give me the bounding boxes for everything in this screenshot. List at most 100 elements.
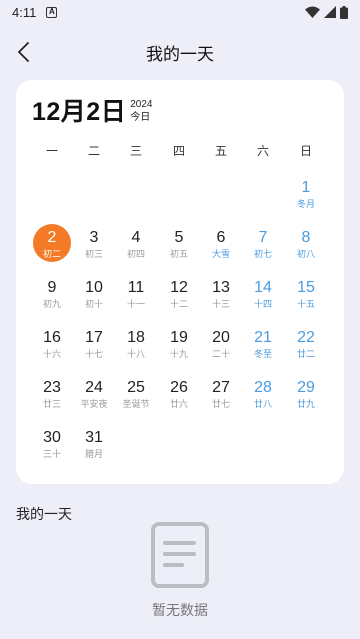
- calendar-day-today[interactable]: 2 初二: [32, 228, 72, 272]
- lunar-date: 初十: [84, 299, 103, 309]
- calendar-day[interactable]: 11 十一: [116, 278, 156, 322]
- lunar-date: 十六: [42, 349, 61, 359]
- calendar-day[interactable]: 23 廿三: [32, 378, 72, 422]
- calendar-day[interactable]: 4 初四: [116, 228, 156, 272]
- calendar-day[interactable]: 29 廿九: [286, 378, 326, 422]
- header: 我的一天: [0, 32, 360, 72]
- calendar-day[interactable]: 8 初八: [286, 228, 326, 272]
- lunar-date: 廿九: [296, 399, 315, 409]
- back-button[interactable]: [10, 38, 38, 66]
- wifi-icon: [305, 6, 320, 18]
- calendar-day[interactable]: 26 廿六: [159, 378, 199, 422]
- empty-state-text: 暂无数据: [152, 602, 208, 618]
- notification-icon: A: [46, 6, 58, 18]
- lunar-date: 腊月: [84, 449, 103, 459]
- calendar-day[interactable]: 3 初三: [74, 228, 114, 272]
- day-number: 13: [212, 279, 230, 296]
- day-number: 7: [258, 229, 268, 246]
- calendar-day[interactable]: 1 冬月: [286, 178, 326, 222]
- my-day-section-title: 我的一天: [16, 506, 72, 522]
- signal-icon: [324, 6, 336, 18]
- day-number: 15: [297, 279, 315, 296]
- day-number: 9: [47, 279, 57, 296]
- day-number: 5: [174, 229, 184, 246]
- calendar-day[interactable]: 28 廿八: [243, 378, 283, 422]
- lunar-date: 十三: [211, 299, 230, 309]
- day-number: 27: [212, 379, 230, 396]
- weekday-label: 三: [129, 144, 142, 158]
- calendar-day[interactable]: 14 十四: [243, 278, 283, 322]
- calendar-day[interactable]: 20 二十: [201, 328, 241, 372]
- day-number: 20: [212, 329, 230, 346]
- lunar-date: 十二: [169, 299, 188, 309]
- lunar-date: 初四: [126, 249, 145, 259]
- calendar-day[interactable]: 27 廿七: [201, 378, 241, 422]
- day-number: 19: [170, 329, 188, 346]
- calendar-day[interactable]: 5 初五: [159, 228, 199, 272]
- lunar-date: 十七: [84, 349, 103, 359]
- lunar-date: 廿七: [211, 399, 230, 409]
- calendar-day[interactable]: 21 冬至: [243, 328, 283, 372]
- calendar-day[interactable]: 24 平安夜: [74, 378, 114, 422]
- lunar-date: 冬至: [253, 349, 272, 359]
- chevron-left-icon: [18, 42, 29, 62]
- calendar-card: 12月2日 2024 今日 一 二 三 四 五 六 日 1 冬月 2 初二 3 …: [16, 80, 344, 484]
- weekday-row: 一 二 三 四 五 六 日: [16, 142, 344, 160]
- date-header: 12月2日 2024 今日: [32, 96, 152, 128]
- lunar-date: 廿六: [169, 399, 188, 409]
- day-number: 3: [89, 229, 99, 246]
- empty-document-icon: [151, 522, 209, 588]
- calendar-day[interactable]: 7 初七: [243, 228, 283, 272]
- year-label: 2024: [130, 99, 153, 110]
- today-label: 今日: [130, 112, 151, 123]
- calendar-day[interactable]: 13 十三: [201, 278, 241, 322]
- day-number: 22: [297, 329, 315, 346]
- calendar-day[interactable]: 15 十五: [286, 278, 326, 322]
- calendar-day[interactable]: 19 十九: [159, 328, 199, 372]
- day-number: 26: [170, 379, 188, 396]
- weekday-label: 一: [45, 144, 58, 158]
- status-time: 4:11: [12, 4, 37, 20]
- lunar-date: 廿八: [253, 399, 272, 409]
- lunar-date: 十四: [253, 299, 272, 309]
- day-number: 6: [216, 229, 226, 246]
- lunar-date: 廿三: [42, 399, 61, 409]
- day-number: 31: [85, 429, 103, 446]
- lunar-date: 初三: [84, 249, 103, 259]
- day-number: 23: [43, 379, 61, 396]
- day-number: 29: [297, 379, 315, 396]
- calendar-day[interactable]: 6 大雪: [201, 228, 241, 272]
- lunar-date: 二十: [211, 349, 230, 359]
- weekday-label: 五: [214, 144, 227, 158]
- lunar-date: 平安夜: [80, 399, 108, 409]
- lunar-date: 十一: [126, 299, 145, 309]
- lunar-date: 初九: [42, 299, 61, 309]
- day-number: 10: [85, 279, 103, 296]
- day-number: 24: [85, 379, 103, 396]
- day-number: 25: [127, 379, 145, 396]
- lunar-date: 十九: [169, 349, 188, 359]
- lunar-date: 圣诞节: [122, 399, 150, 409]
- calendar-day[interactable]: 9 初九: [32, 278, 72, 322]
- calendar-day[interactable]: 25 圣诞节: [116, 378, 156, 422]
- calendar-day[interactable]: 31 腊月: [74, 428, 114, 472]
- day-number: 28: [254, 379, 272, 396]
- lunar-date: 十八: [126, 349, 145, 359]
- calendar-day[interactable]: 12 十二: [159, 278, 199, 322]
- day-number: 2: [47, 229, 57, 246]
- day-number: 1: [301, 179, 311, 196]
- calendar-day[interactable]: 30 三十: [32, 428, 72, 472]
- calendar-day[interactable]: 16 十六: [32, 328, 72, 372]
- day-number: 17: [85, 329, 103, 346]
- calendar-day[interactable]: 18 十八: [116, 328, 156, 372]
- weekday-label: 日: [299, 144, 312, 158]
- status-bar: 4:11 A: [0, 0, 360, 24]
- lunar-date: 初五: [169, 249, 188, 259]
- calendar-day[interactable]: 22 廿二: [286, 328, 326, 372]
- lunar-date: 初七: [253, 249, 272, 259]
- day-number: 14: [254, 279, 272, 296]
- calendar-day[interactable]: 17 十七: [74, 328, 114, 372]
- day-number: 21: [254, 329, 272, 346]
- calendar-day[interactable]: 10 初十: [74, 278, 114, 322]
- day-number: 4: [131, 229, 141, 246]
